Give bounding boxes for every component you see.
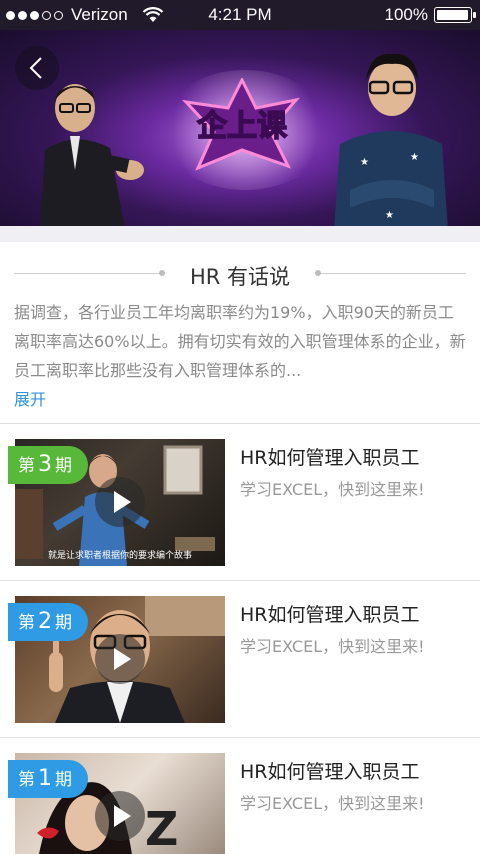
badge-number: 2: [38, 609, 52, 634]
logo-text: 企上课: [197, 109, 288, 144]
badge-number: 1: [38, 766, 52, 791]
host-left-image: [40, 84, 144, 226]
section-title-row: HR 有话说: [14, 258, 466, 289]
badge-prefix: 第: [18, 613, 35, 633]
battery-icon: [434, 7, 476, 23]
episode-item[interactable]: Z 第 1 期 HR如何管理入职员工 学习EXCEL，快到这里来!: [0, 738, 480, 854]
status-right: 100%: [384, 5, 476, 25]
section-separator: [0, 226, 480, 242]
badge-prefix: 第: [18, 456, 35, 476]
play-icon[interactable]: [95, 477, 145, 527]
badge-prefix: 第: [18, 770, 35, 790]
battery-percent: 100%: [384, 5, 428, 24]
title-divider-right: [321, 273, 466, 274]
svg-text:Z: Z: [145, 802, 178, 854]
episode-title[interactable]: HR如何管理入职员工: [240, 443, 420, 470]
badge-suffix: 期: [55, 770, 72, 790]
badge-suffix: 期: [55, 613, 72, 633]
course-logo: 企上课: [182, 78, 301, 171]
svg-text:★: ★: [385, 210, 394, 221]
course-banner: 企上课 ★ ★ ★: [0, 30, 480, 226]
play-icon[interactable]: [95, 634, 145, 684]
status-bar: Verizon 4:21 PM 100%: [0, 0, 480, 30]
episode-subtitle: 学习EXCEL，快到这里来!: [240, 637, 425, 656]
badge-number: 3: [38, 452, 52, 477]
episode-subtitle: 学习EXCEL，快到这里来!: [240, 480, 425, 499]
episode-item[interactable]: 第 2 期 HR如何管理入职员工 学习EXCEL，快到这里来!: [0, 581, 480, 737]
episode-badge: 第 1 期: [8, 760, 88, 798]
episode-badge: 第 2 期: [8, 603, 88, 641]
episode-subtitle: 学习EXCEL，快到这里来!: [240, 794, 425, 813]
back-chevron-icon: [29, 57, 42, 79]
video-caption: 就是让求职者根据你的要求编个故事: [47, 551, 192, 561]
episode-title[interactable]: HR如何管理入职员工: [240, 757, 420, 784]
intro-description: 据调查，各行业员工年均离职率约为19%，入职90天的新员工离职率高达60%以上。…: [14, 303, 466, 380]
expand-link[interactable]: 展开: [14, 386, 46, 410]
episode-title[interactable]: HR如何管理入职员工: [240, 600, 420, 627]
play-icon[interactable]: [95, 791, 145, 841]
section-title: HR 有话说: [189, 265, 291, 289]
intro-section: HR 有话说 据调查，各行业员工年均离职率约为19%，入职90天的新员工离职率高…: [0, 242, 480, 424]
badge-suffix: 期: [55, 456, 72, 476]
svg-text:★: ★: [410, 152, 419, 163]
back-button[interactable]: [15, 46, 59, 90]
episode-badge: 第 3 期: [8, 446, 88, 484]
host-right-image: ★ ★ ★: [334, 53, 448, 226]
svg-text:★: ★: [360, 157, 369, 168]
episode-item[interactable]: 第 3 期 就是让求职者根据你的要求编个故事 HR如何管理入职员工 学习EXCE…: [0, 424, 480, 580]
